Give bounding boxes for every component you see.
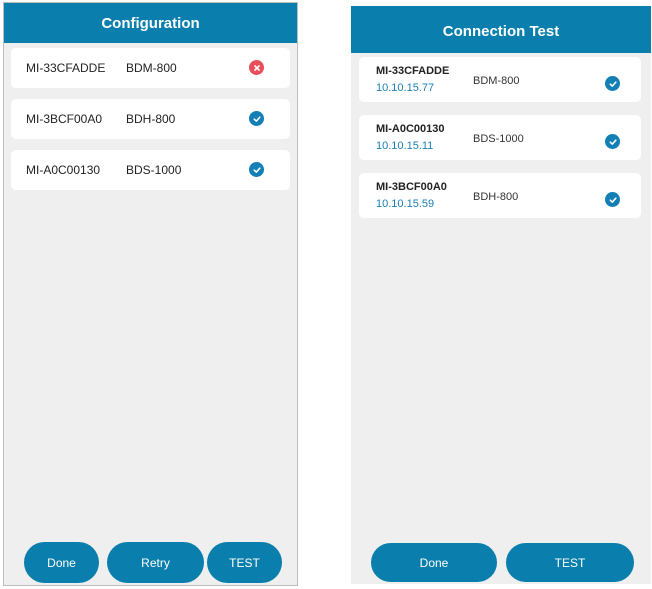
device-id: MI-33CFADDE bbox=[376, 65, 450, 77]
device-ip: 10.10.15.59 bbox=[376, 198, 435, 210]
page-title: Connection Test bbox=[442, 23, 560, 40]
check-circle-icon bbox=[605, 134, 620, 149]
page-title: Configuration bbox=[101, 14, 200, 32]
configuration-header: Configuration bbox=[4, 3, 297, 43]
test-button[interactable]: TEST bbox=[207, 542, 282, 583]
device-model: BDS-1000 bbox=[473, 133, 524, 145]
device-row[interactable]: MI-A0C00130 10.10.15.11 BDS-1000 bbox=[359, 115, 641, 160]
connection-test-header: Connection Test bbox=[351, 6, 651, 53]
device-ip: 10.10.15.77 bbox=[376, 82, 435, 94]
retry-button[interactable]: Retry bbox=[107, 542, 204, 583]
device-model: BDM-800 bbox=[473, 75, 520, 87]
check-circle-icon bbox=[605, 192, 620, 207]
x-circle-icon bbox=[249, 60, 264, 75]
test-button[interactable]: TEST bbox=[506, 543, 634, 582]
device-id: MI-3BCF00A0 bbox=[26, 112, 103, 126]
connection-test-panel: Connection Test MI-33CFADDE 10.10.15.77 … bbox=[351, 6, 651, 584]
device-model: BDH-800 bbox=[473, 191, 519, 203]
device-id: MI-A0C00130 bbox=[26, 163, 101, 177]
device-row[interactable]: MI-33CFADDE BDM-800 bbox=[11, 48, 290, 88]
device-row[interactable]: MI-A0C00130 BDS-1000 bbox=[11, 150, 290, 190]
check-circle-icon bbox=[249, 162, 264, 177]
device-id: MI-33CFADDE bbox=[26, 61, 106, 75]
device-id: MI-3BCF00A0 bbox=[376, 181, 447, 193]
configuration-panel: Configuration MI-33CFADDE BDM-800 MI-3BC… bbox=[3, 2, 298, 586]
check-circle-icon bbox=[249, 111, 264, 126]
device-ip: 10.10.15.11 bbox=[376, 140, 434, 152]
device-row[interactable]: MI-3BCF00A0 10.10.15.59 BDH-800 bbox=[359, 173, 641, 218]
check-circle-icon bbox=[605, 76, 620, 91]
device-id: MI-A0C00130 bbox=[376, 123, 445, 135]
device-row[interactable]: MI-33CFADDE 10.10.15.77 BDM-800 bbox=[359, 57, 641, 102]
device-model: BDH-800 bbox=[126, 112, 176, 126]
done-button[interactable]: Done bbox=[24, 542, 99, 583]
device-model: BDS-1000 bbox=[126, 163, 182, 177]
device-model: BDM-800 bbox=[126, 61, 177, 75]
device-row[interactable]: MI-3BCF00A0 BDH-800 bbox=[11, 99, 290, 139]
done-button[interactable]: Done bbox=[371, 543, 497, 582]
